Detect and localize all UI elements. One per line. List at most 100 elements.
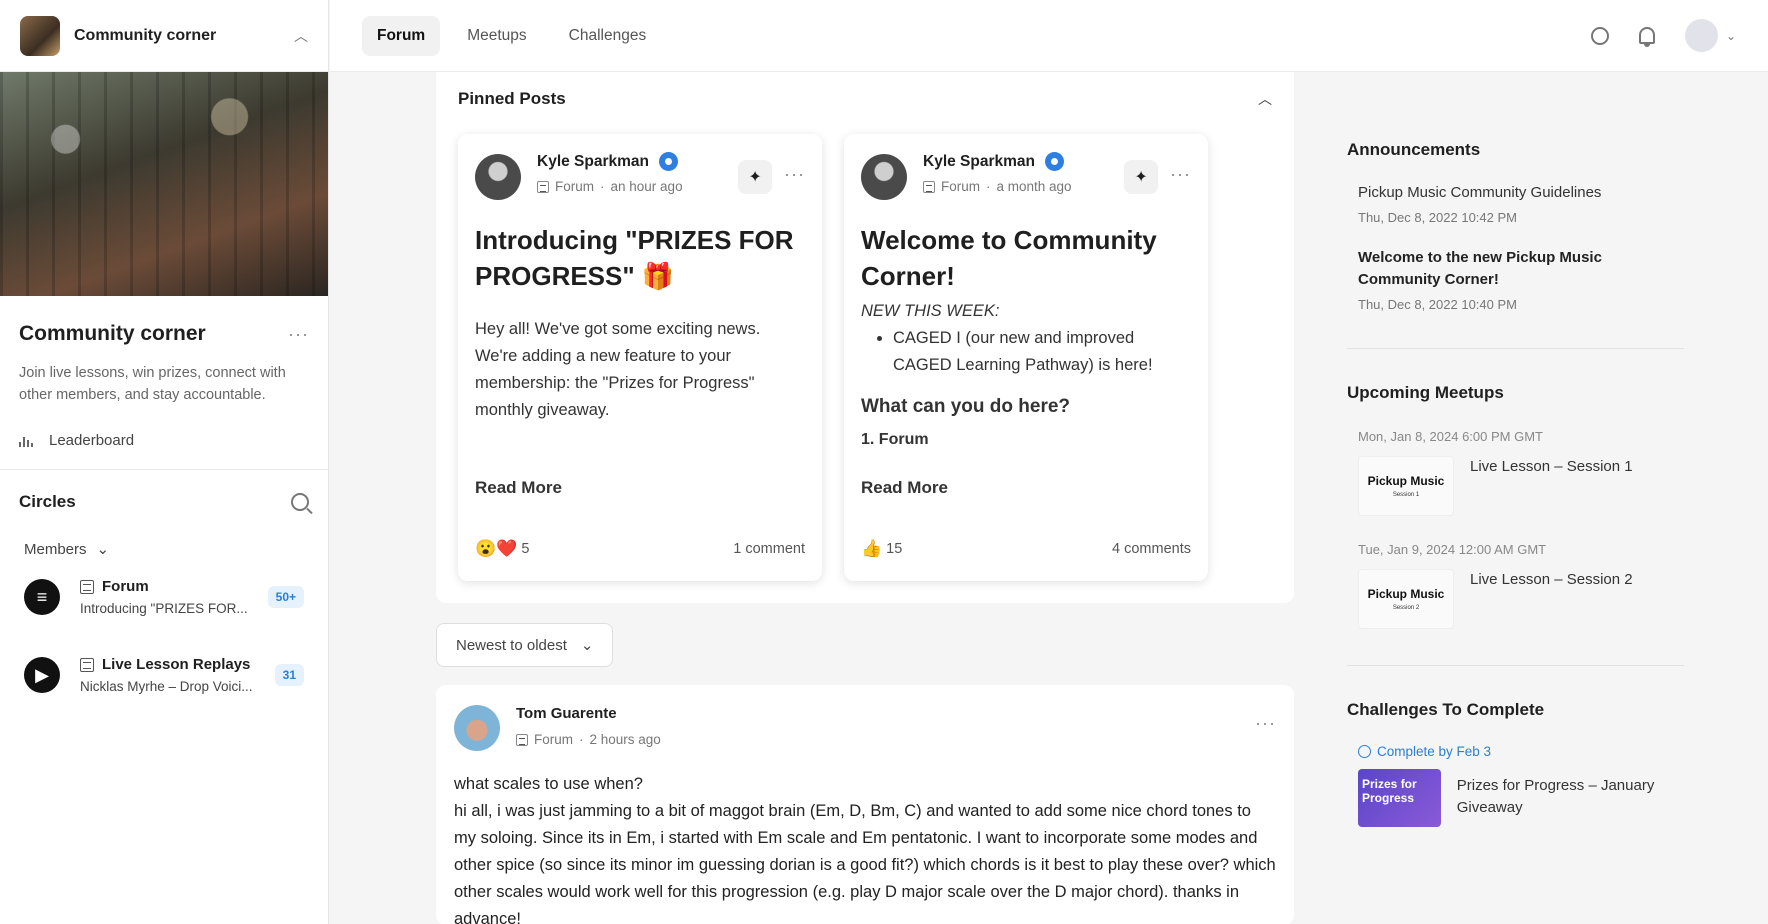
document-icon <box>923 180 935 193</box>
post-time: a month ago <box>996 179 1072 194</box>
post-body: hi all, i was just jamming to a bit of m… <box>454 802 1276 924</box>
announcement-date: Thu, Dec 8, 2022 10:42 PM <box>1358 210 1517 225</box>
tab-forum[interactable]: Forum <box>362 15 441 56</box>
post-subheading: What can you do here? <box>861 396 1071 417</box>
chevron-up-icon[interactable]: ︿ <box>1258 89 1272 109</box>
top-navigation: Forum Meetups Challenges ⌄ <box>330 0 1768 72</box>
pin-icon[interactable]: ✦ <box>1124 160 1159 194</box>
more-options-icon[interactable]: ··· <box>1170 164 1191 185</box>
circles-title: Circles <box>19 492 76 511</box>
chat-icon[interactable] <box>1590 26 1609 45</box>
upcoming-meetups-title: Upcoming Meetups <box>1347 383 1504 402</box>
announcement-item[interactable]: Pickup Music Community Guidelines Thu, D… <box>1347 182 1684 225</box>
author-avatar[interactable] <box>454 705 500 751</box>
clock-icon <box>1358 745 1371 758</box>
community-description: Join live lessons, win prizes, connect w… <box>19 365 286 403</box>
challenge-due-label: Complete by Feb 3 <box>1377 744 1492 759</box>
author-name[interactable]: Tom Guarente <box>516 705 661 722</box>
post-title[interactable]: Introducing "PRIZES FOR PROGRESS" 🎁 <box>475 222 805 294</box>
community-switcher[interactable]: Community corner ︿ <box>0 0 328 72</box>
post-subheading: 1. Forum <box>861 431 929 448</box>
meetup-thumbnail: Pickup Music Session 1 <box>1358 456 1454 516</box>
more-options-icon[interactable]: ··· <box>784 164 805 185</box>
post-time: an hour ago <box>610 179 683 194</box>
meetup-title: Live Lesson – Session 2 <box>1470 571 1633 588</box>
circle-item-live-lesson-replays[interactable]: ▶ Live Lesson Replays Nicklas Myrhe – Dr… <box>0 636 328 714</box>
post-circle[interactable]: Forum <box>941 179 980 194</box>
meetup-thumbnail: Pickup Music Session 2 <box>1358 569 1454 629</box>
read-more-link[interactable]: Read More <box>475 478 562 498</box>
challenge-thumbnail: Prizes for Progress <box>1358 769 1441 827</box>
right-sidebar: Announcements Pickup Music Community Gui… <box>1347 72 1684 827</box>
document-icon <box>80 579 94 594</box>
reactions[interactable]: 👍 15 <box>861 539 902 559</box>
members-label: Members <box>24 540 87 558</box>
thumbnail-session: Session 2 <box>1392 605 1420 611</box>
challenge-due-date: Complete by Feb 3 <box>1347 744 1684 759</box>
announcements-title: Announcements <box>1347 140 1481 159</box>
announcement-item[interactable]: Welcome to the new Pickup Music Communit… <box>1347 247 1684 312</box>
reaction-emojis: 😮❤️ <box>475 539 518 558</box>
post-circle[interactable]: Forum <box>534 732 573 747</box>
author-avatar[interactable] <box>475 154 521 200</box>
challenges-title: Challenges To Complete <box>1347 700 1545 719</box>
pinned-posts-section: Pinned Posts ︿ Kyle Sparkman Forum · an ho… <box>436 72 1294 603</box>
reactions[interactable]: 😮❤️ 5 <box>475 539 529 559</box>
meetup-date: Mon, Jan 8, 2024 6:00 PM GMT <box>1358 429 1543 444</box>
verified-badge-icon <box>659 152 678 171</box>
author-name[interactable]: Kyle Sparkman <box>537 153 649 171</box>
circle-item-forum[interactable]: ≡ Forum Introducing "PRIZES FOR... 50+ <box>0 558 328 636</box>
pinned-post-card[interactable]: Kyle Sparkman Forum · an hour ago ✦ ··· In… <box>458 134 822 581</box>
more-options-icon[interactable]: ··· <box>288 324 309 345</box>
leaderboard-link[interactable]: Leaderboard <box>19 432 309 449</box>
reaction-count: 5 <box>521 541 530 557</box>
members-filter[interactable]: Members ⌄ <box>0 512 328 559</box>
author-avatar[interactable] <box>861 154 907 200</box>
pinned-post-card[interactable]: Kyle Sparkman Forum · a month ago ✦ ··· We… <box>844 134 1208 581</box>
feed-post[interactable]: Tom Guarente Forum · 2 hours ago ··· what … <box>436 685 1294 924</box>
document-icon <box>80 657 94 672</box>
unread-count-badge: 31 <box>274 664 304 686</box>
circle-name: Forum <box>102 578 149 595</box>
community-logo <box>20 15 60 56</box>
circle-latest-post: Introducing "PRIZES FOR... <box>80 601 248 616</box>
thumbnail-brand: Pickup Music <box>1367 587 1445 601</box>
post-title[interactable]: what scales to use when? <box>454 771 1276 798</box>
post-time: 2 hours ago <box>589 732 661 747</box>
comments-count[interactable]: 1 comment <box>733 541 805 557</box>
challenge-item[interactable]: Prizes for Progress Prizes for Progress … <box>1347 769 1684 827</box>
pin-icon[interactable]: ✦ <box>738 160 773 194</box>
meetup-item[interactable]: Pickup Music Session 2 Live Lesson – Sess… <box>1347 569 1684 629</box>
meetup-date: Tue, Jan 9, 2024 12:00 AM GMT <box>1358 542 1547 557</box>
play-circle-icon: ▶ <box>24 657 60 693</box>
meetup-item[interactable]: Pickup Music Session 1 Live Lesson – Sess… <box>1347 456 1684 516</box>
chevron-down-icon: ⌄ <box>96 541 110 558</box>
comments-count[interactable]: 4 comments <box>1112 541 1191 557</box>
reaction-emojis: 👍 <box>861 539 883 558</box>
more-options-icon[interactable]: ··· <box>1255 713 1276 734</box>
user-avatar[interactable] <box>1684 19 1718 52</box>
community-switcher-title: Community corner <box>74 26 217 44</box>
community-name: Community corner <box>19 322 206 345</box>
challenge-title: Prizes for Progress – January Giveaway <box>1456 777 1655 816</box>
sort-dropdown[interactable]: Newest to oldest ⌄ <box>436 623 614 667</box>
tab-meetups[interactable]: Meetups <box>452 16 541 56</box>
post-circle[interactable]: Forum <box>555 179 594 194</box>
search-icon[interactable] <box>291 493 309 511</box>
bell-icon[interactable] <box>1638 27 1655 47</box>
chevron-up-icon[interactable]: ︿ <box>294 26 308 46</box>
verified-badge-icon <box>1045 152 1064 171</box>
leaderboard-label: Leaderboard <box>49 432 135 449</box>
sort-label: Newest to oldest <box>456 636 567 654</box>
community-banner-image <box>0 72 328 296</box>
read-more-link[interactable]: Read More <box>861 478 948 498</box>
meetup-title: Live Lesson – Session 1 <box>1470 458 1633 475</box>
post-title[interactable]: Welcome to Community Corner! <box>861 222 1191 294</box>
author-name[interactable]: Kyle Sparkman <box>923 153 1035 171</box>
reaction-count: 15 <box>886 541 903 557</box>
chevron-down-icon[interactable]: ⌄ <box>1726 29 1736 43</box>
tab-challenges[interactable]: Challenges <box>554 16 662 56</box>
bar-chart-icon <box>19 435 37 447</box>
announcement-title: Pickup Music Community Guidelines <box>1358 184 1602 201</box>
circle-name: Live Lesson Replays <box>102 656 251 673</box>
